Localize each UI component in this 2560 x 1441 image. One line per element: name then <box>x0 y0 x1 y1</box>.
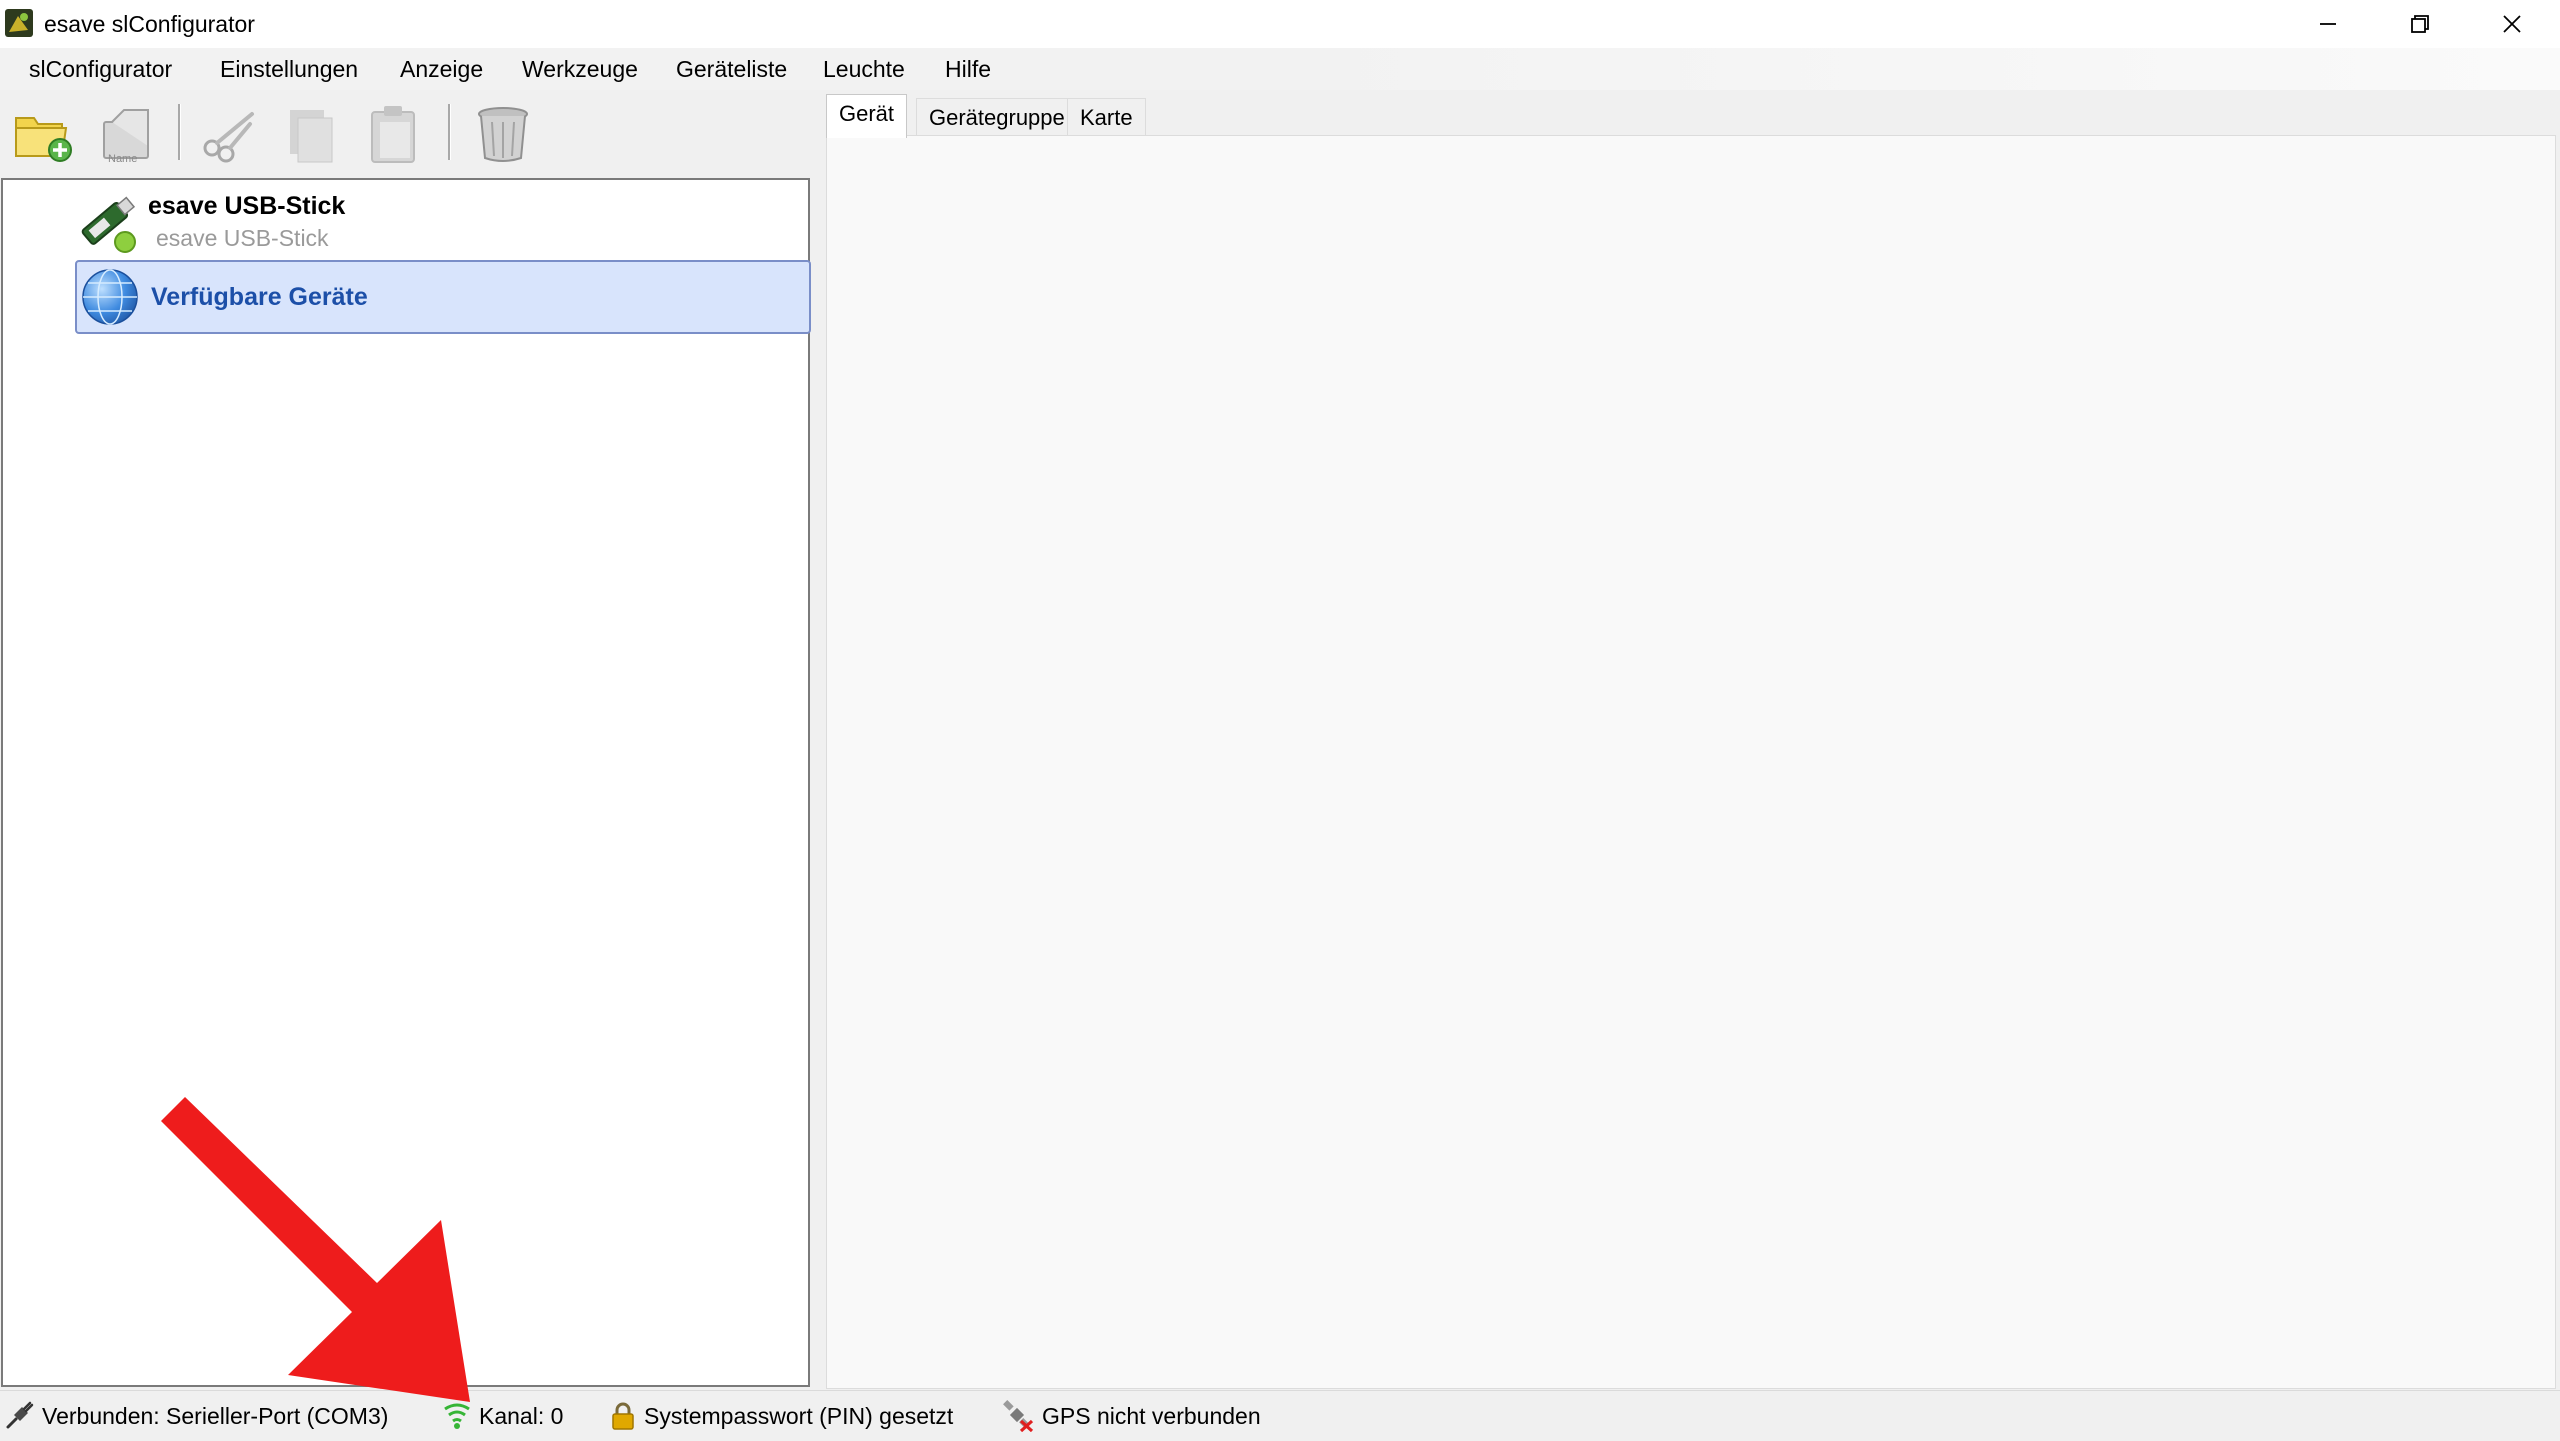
menu-hilfe[interactable]: Hilfe <box>945 54 991 84</box>
tab-geraetegruppe[interactable]: Gerätegruppe <box>916 98 1078 136</box>
tree-node-usb-title: esave USB-Stick <box>148 192 346 220</box>
menu-anzeige[interactable]: Anzeige <box>400 54 483 84</box>
menu-slconfigurator[interactable]: slConfigurator <box>29 54 172 84</box>
signal-icon <box>444 1403 470 1429</box>
menu-einstellungen[interactable]: Einstellungen <box>220 54 358 84</box>
minimize-icon <box>2320 23 2336 25</box>
cut-icon <box>203 112 254 163</box>
device-tree: esave USB-Stick esave USB-Stick Verfügba… <box>1 178 811 1387</box>
satellite-disconnected-icon <box>1003 1400 1034 1432</box>
copy-icon <box>290 110 333 163</box>
status-connection: Verbunden: Serieller-Port (COM3) <box>4 1399 388 1433</box>
copy-button[interactable] <box>280 100 346 166</box>
usb-stick-icon <box>81 196 136 253</box>
tree-node-usb-subtitle: esave USB-Stick <box>156 225 329 251</box>
status-channel-text: Kanal: 0 <box>479 1402 564 1429</box>
close-button[interactable] <box>2466 0 2558 48</box>
menu-bar: slConfigurator Einstellungen Anzeige Wer… <box>0 48 2560 90</box>
tree-node-available-devices[interactable]: Verfügbare Geräte <box>75 260 811 334</box>
status-pin-text: Systempasswort (PIN) gesetzt <box>644 1402 954 1429</box>
restore-button[interactable] <box>2374 0 2466 48</box>
trash-icon <box>478 107 528 162</box>
new-folder-icon <box>15 117 72 162</box>
close-icon <box>2503 15 2521 33</box>
rename-button[interactable]: Name <box>94 100 160 166</box>
tab-content-area <box>826 135 2556 1389</box>
toolbar: Name <box>0 90 826 176</box>
globe-icon <box>82 269 138 325</box>
paste-button[interactable] <box>362 100 428 166</box>
paste-icon <box>371 106 415 163</box>
restore-icon <box>2411 15 2429 33</box>
toolbar-separator <box>448 104 451 160</box>
status-channel: Kanal: 0 <box>443 1399 563 1433</box>
cut-button[interactable] <box>196 100 262 166</box>
new-folder-button[interactable] <box>10 100 76 166</box>
menu-geraeteliste[interactable]: Geräteliste <box>676 54 787 84</box>
tab-geraet[interactable]: Gerät <box>826 94 908 138</box>
status-pin: Systempasswort (PIN) gesetzt <box>610 1399 953 1433</box>
delete-button[interactable] <box>470 100 536 166</box>
window-title: esave slConfigurator <box>44 11 255 37</box>
lock-icon <box>612 1402 634 1430</box>
menu-leuchte[interactable]: Leuchte <box>823 54 905 84</box>
status-gps: GPS nicht verbunden <box>1002 1399 1261 1433</box>
menu-werkzeuge[interactable]: Werkzeuge <box>522 54 638 84</box>
plug-icon <box>6 1401 34 1429</box>
minimize-button[interactable] <box>2282 0 2374 48</box>
status-connection-text: Verbunden: Serieller-Port (COM3) <box>42 1402 389 1429</box>
tree-node-available-devices-label: Verfügbare Geräte <box>151 283 368 311</box>
tab-karte[interactable]: Karte <box>1067 98 1146 136</box>
app-icon <box>5 9 33 37</box>
title-bar: esave slConfigurator <box>0 0 2560 48</box>
toolbar-separator <box>178 104 181 160</box>
status-bar: Verbunden: Serieller-Port (COM3) Kanal: … <box>0 1390 2560 1441</box>
rename-icon: Name <box>103 109 149 165</box>
svg-text:Name: Name <box>108 153 137 165</box>
tree-node-usb[interactable]: esave USB-Stick esave USB-Stick <box>3 180 808 258</box>
status-gps-text: GPS nicht verbunden <box>1042 1402 1261 1429</box>
